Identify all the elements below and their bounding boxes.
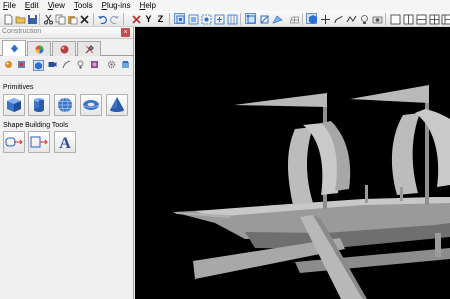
shape-tools-heading: Shape Building Tools <box>3 122 69 129</box>
panel-titlebar: Construction × <box>0 27 133 39</box>
sphere-primitive-button[interactable] <box>54 94 76 116</box>
menu-view[interactable]: View <box>48 0 65 11</box>
paint-tool-icon[interactable] <box>3 60 14 71</box>
tab-tools[interactable] <box>77 41 101 56</box>
tab-construction[interactable] <box>2 40 26 56</box>
split-vertical-icon[interactable] <box>402 13 414 25</box>
menu-bar: File Edit View Tools Plug-ins Help <box>0 0 450 11</box>
select-box-icon[interactable] <box>174 13 185 24</box>
cube-primitive-button[interactable] <box>3 94 25 116</box>
menu-help[interactable]: Help <box>140 0 156 11</box>
torus-primitive-button[interactable] <box>80 94 102 116</box>
extrude-icon <box>5 137 23 147</box>
split-horizontal-icon[interactable] <box>415 13 427 25</box>
paste-icon[interactable] <box>66 13 78 25</box>
tab-textures[interactable] <box>52 41 76 56</box>
frame-all-icon[interactable] <box>213 13 225 25</box>
lathe-icon <box>30 136 48 148</box>
view-grid-icon[interactable] <box>226 13 238 25</box>
axis-z-button[interactable]: Z <box>155 13 166 24</box>
path-mode-icon[interactable] <box>61 60 72 71</box>
3d-viewport[interactable] <box>135 27 450 299</box>
menu-edit[interactable]: Edit <box>25 0 39 11</box>
material-tool-icon[interactable] <box>16 60 27 71</box>
cone-icon <box>110 97 124 112</box>
copy-icon[interactable] <box>54 13 66 25</box>
cylinder-icon <box>34 98 44 112</box>
cylinder-primitive-button[interactable] <box>28 94 50 116</box>
panel-close-button[interactable]: × <box>121 28 130 37</box>
axis-y-button[interactable]: Y <box>143 13 154 24</box>
light-mode-icon[interactable] <box>75 60 86 71</box>
bend-icon[interactable] <box>332 13 343 24</box>
cube-icon <box>7 98 21 112</box>
camera-icon[interactable] <box>371 13 383 24</box>
undo-icon[interactable] <box>96 13 107 25</box>
light-bulb-icon[interactable] <box>358 13 369 24</box>
color-wheel-icon <box>35 45 43 54</box>
main-toolbar: Y Z <box>0 11 450 27</box>
wrench-icon <box>85 45 94 54</box>
grid-plane-icon[interactable] <box>288 13 300 24</box>
sphere-icon <box>58 97 72 113</box>
redo-icon[interactable] <box>108 13 119 25</box>
quad-view-icon[interactable] <box>428 13 440 25</box>
menu-file[interactable]: File <box>3 0 16 11</box>
panel-tabs <box>0 39 133 56</box>
torus-icon <box>82 100 100 110</box>
sweep-icon[interactable] <box>345 13 357 24</box>
settings-gear-icon[interactable] <box>106 60 117 71</box>
zoom-fit-icon[interactable] <box>187 13 199 25</box>
camera-mode-icon[interactable] <box>47 60 58 71</box>
svg-text:A: A <box>59 135 71 152</box>
texture-ball-icon <box>60 45 68 54</box>
menu-tools[interactable]: Tools <box>74 0 93 11</box>
tab-materials[interactable] <box>27 41 51 56</box>
select-face-icon[interactable] <box>271 13 283 24</box>
open-folder-icon[interactable] <box>14 13 26 24</box>
save-icon[interactable] <box>26 13 37 24</box>
diamond-icon <box>10 44 18 53</box>
text-icon: A <box>59 135 71 152</box>
menu-plugins[interactable]: Plug-ins <box>102 0 131 11</box>
primitives-heading: Primitives <box>3 84 34 91</box>
render-mode-icon[interactable] <box>89 60 100 71</box>
scene-tool-icon[interactable] <box>120 60 131 71</box>
zoom-region-icon[interactable] <box>200 13 212 25</box>
cut-icon[interactable] <box>42 13 53 25</box>
panel-title: Construction <box>2 28 42 35</box>
primitives-mode-icon[interactable] <box>33 60 44 71</box>
close-red-x-icon[interactable] <box>130 13 141 24</box>
triple-view-icon[interactable] <box>440 13 450 25</box>
lathe-tool-button[interactable] <box>28 131 50 153</box>
app-window: File Edit View Tools Plug-ins Help Y Z C… <box>0 0 450 299</box>
new-file-icon[interactable] <box>2 13 13 25</box>
single-view-icon[interactable] <box>389 13 401 25</box>
ship-model <box>173 85 450 299</box>
solid-cube-icon[interactable] <box>306 13 317 24</box>
delete-icon[interactable] <box>78 13 89 24</box>
panel-subtoolbar <box>0 56 133 76</box>
construction-panel: Construction × Primitives Shape Building… <box>0 27 134 299</box>
move-axis-icon[interactable] <box>319 13 330 24</box>
select-vertex-icon[interactable] <box>245 13 256 24</box>
select-edge-icon[interactable] <box>258 13 269 24</box>
cone-primitive-button[interactable] <box>106 94 128 116</box>
text-tool-button[interactable]: A <box>54 131 76 153</box>
extrude-tool-button[interactable] <box>3 131 25 153</box>
